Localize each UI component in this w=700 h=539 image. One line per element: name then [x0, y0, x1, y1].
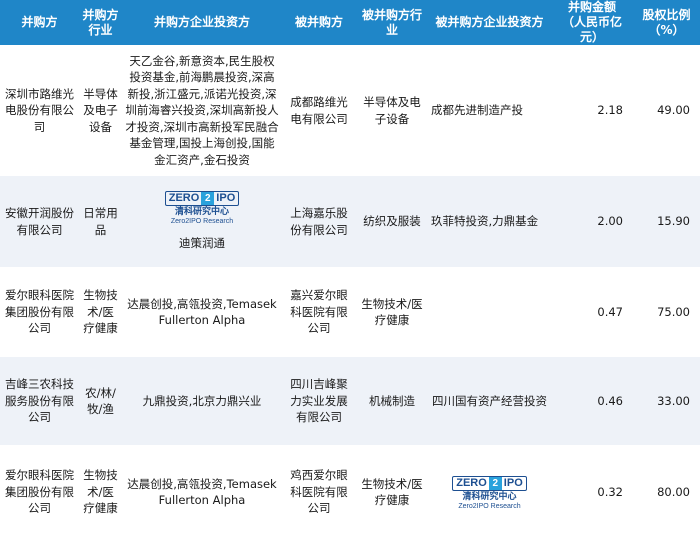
cell-target-industry: 纺织及服装 [356, 176, 428, 267]
zero2ipo-watermark: ZERO 2 IPO 清科研究中心 Zero2IPO Research [125, 191, 279, 225]
cell-stake: 15.90 [633, 176, 700, 267]
cell-acquirer-industry: 半导体及电子设备 [79, 45, 122, 176]
cell-target-industry: 生物技术/医疗健康 [356, 445, 428, 539]
zero2ipo-logo-icon: ZERO 2 IPO [452, 476, 527, 491]
cell-acquirer-investors: 达晨创投,高瓴投资,Temasek Fullerton Alpha [122, 267, 282, 357]
header-target: 被并购方 [282, 0, 356, 45]
ma-deals-table: 并购方 并购方 行业 并购方企业投资方 被并购方 被并购方行业 被并购方企业投资方… [0, 0, 700, 539]
cell-acquirer-investors: ZERO 2 IPO 清科研究中心 Zero2IPO Research 迪策润通 [122, 176, 282, 267]
cell-acquirer-industry: 生物技术/医疗健康 [79, 267, 122, 357]
cell-acquirer-investors: 天乙金谷,新意资本,民生股权投资基金,前海鹏晨投资,深高新投,浙江盛元,派诺光投… [122, 45, 282, 176]
table-row: 吉峰三农科技服务股份有限公司 农/林/牧/渔 九鼎投资,北京力鼎兴业 四川吉峰聚… [0, 357, 700, 445]
table-row: 深圳市路维光电股份有限公司 半导体及电子设备 天乙金谷,新意资本,民生股权投资基… [0, 45, 700, 176]
zero2ipo-watermark: ZERO 2 IPO 清科研究中心 Zero2IPO Research [431, 476, 548, 510]
header-stake: 股权比例 （%） [633, 0, 700, 45]
cell-target-industry: 机械制造 [356, 357, 428, 445]
table-row: 爱尔眼科医院集团股份有限公司 生物技术/医疗健康 达晨创投,高瓴投资,Temas… [0, 267, 700, 357]
watermark-en: Zero2IPO Research [458, 503, 521, 510]
header-acquirer: 并购方 [0, 0, 79, 45]
cell-target: 成都路维光电有限公司 [282, 45, 356, 176]
table-row: 爱尔眼科医院集团股份有限公司 生物技术/医疗健康 达晨创投,高瓴投资,Temas… [0, 445, 700, 539]
header-acquirer-industry: 并购方 行业 [79, 0, 122, 45]
cell-target-investors: 成都先进制造产投 [428, 45, 551, 176]
cell-acquirer-industry: 农/林/牧/渔 [79, 357, 122, 445]
cell-target: 鸡西爱尔眼科医院有限公司 [282, 445, 356, 539]
header-amount: 并购金额 （人民币亿元） [551, 0, 633, 45]
cell-amount: 2.18 [551, 45, 633, 176]
cell-target: 上海嘉乐股份有限公司 [282, 176, 356, 267]
cell-target-investors: ZERO 2 IPO 清科研究中心 Zero2IPO Research [428, 445, 551, 539]
cell-acquirer: 爱尔眼科医院集团股份有限公司 [0, 267, 79, 357]
cell-amount: 0.46 [551, 357, 633, 445]
acquirer-investors-text: 迪策润通 [179, 236, 225, 251]
cell-target: 四川吉峰聚力实业发展有限公司 [282, 357, 356, 445]
cell-target: 嘉兴爱尔眼科医院有限公司 [282, 267, 356, 357]
cell-amount: 0.47 [551, 267, 633, 357]
cell-stake: 49.00 [633, 45, 700, 176]
cell-stake: 33.00 [633, 357, 700, 445]
cell-stake: 80.00 [633, 445, 700, 539]
cell-target-investors: 四川国有资产经营投资 [428, 357, 551, 445]
cell-acquirer: 安徽开润股份有限公司 [0, 176, 79, 267]
watermark-en: Zero2IPO Research [170, 218, 234, 226]
cell-acquirer: 深圳市路维光电股份有限公司 [0, 45, 79, 176]
cell-target-investors [428, 267, 551, 357]
cell-target-industry: 生物技术/医疗健康 [356, 267, 428, 357]
cell-acquirer-investors: 达晨创投,高瓴投资,Temasek Fullerton Alpha [122, 445, 282, 539]
cell-amount: 2.00 [551, 176, 633, 267]
cell-acquirer-industry: 生物技术/医疗健康 [79, 445, 122, 539]
cell-amount: 0.32 [551, 445, 633, 539]
cell-stake: 75.00 [633, 267, 700, 357]
cell-acquirer-industry: 日常用品 [79, 176, 122, 267]
table-row: 安徽开润股份有限公司 日常用品 ZERO 2 IPO 清科研究中心 Zero2IPO… [0, 176, 700, 267]
table-header: 并购方 并购方 行业 并购方企业投资方 被并购方 被并购方行业 被并购方企业投资方… [0, 0, 700, 45]
cell-acquirer: 爱尔眼科医院集团股份有限公司 [0, 445, 79, 539]
cell-target-industry: 半导体及电子设备 [356, 45, 428, 176]
cell-acquirer-investors: 九鼎投资,北京力鼎兴业 [122, 357, 282, 445]
header-target-investors: 被并购方企业投资方 [428, 0, 551, 45]
header-acquirer-investors: 并购方企业投资方 [122, 0, 282, 45]
cell-target-investors: 玖菲特投资,力鼎基金 [428, 176, 551, 267]
zero2ipo-logo-icon: ZERO 2 IPO [164, 191, 240, 207]
watermark-cn: 清科研究中心 [462, 492, 517, 502]
cell-acquirer: 吉峰三农科技服务股份有限公司 [0, 357, 79, 445]
watermark-cn: 清科研究中心 [174, 207, 229, 218]
header-target-industry: 被并购方行业 [356, 0, 428, 45]
